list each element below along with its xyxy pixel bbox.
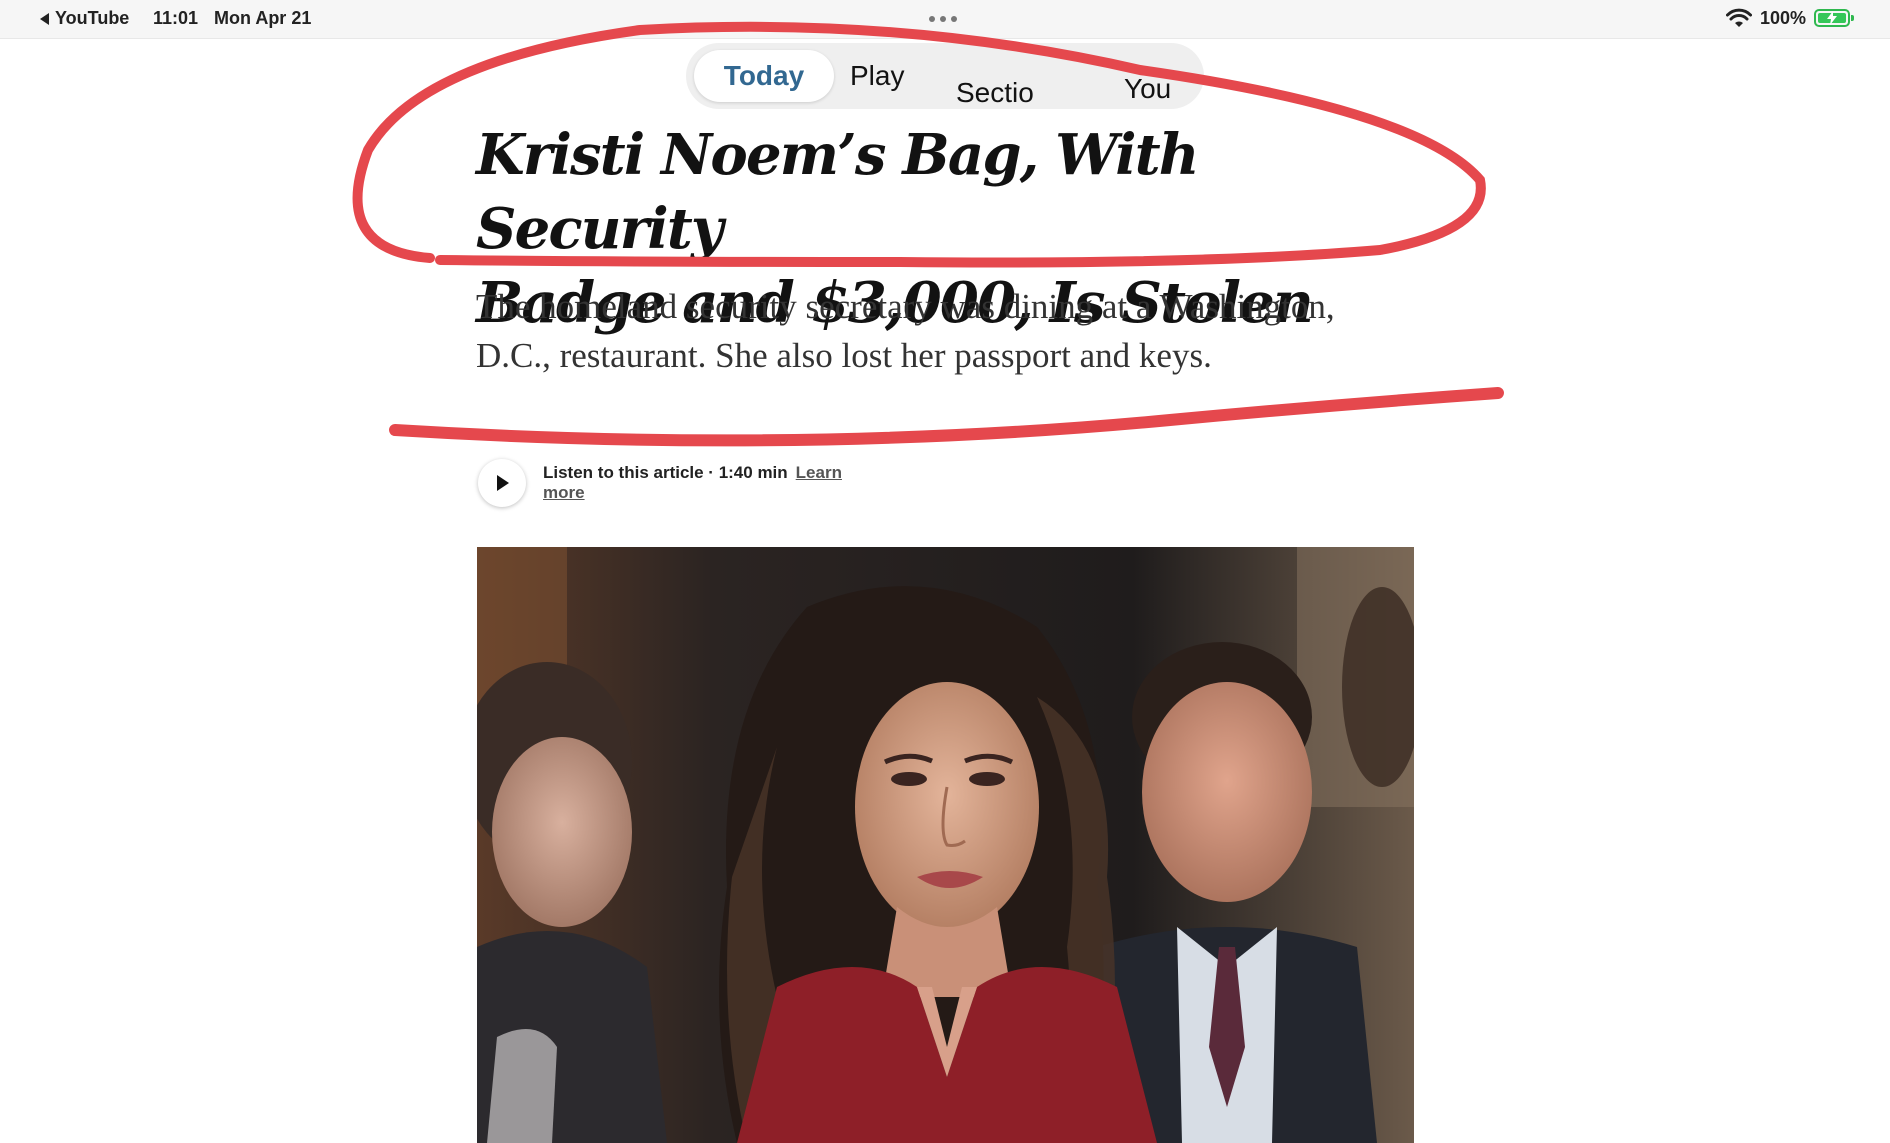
- play-audio-button[interactable]: [478, 459, 526, 507]
- article-hero-photo: [477, 547, 1414, 1143]
- listen-info: Listen to this article · 1:40 min Learn m…: [543, 463, 873, 503]
- status-date: Mon Apr 21: [214, 8, 312, 28]
- summary-line-2: D.C., restaurant. She also lost her pass…: [476, 336, 1212, 375]
- summary-line-1: The homeland security secretary was dini…: [476, 287, 1335, 326]
- tab-play[interactable]: Play: [850, 50, 904, 102]
- multitasking-dots-icon[interactable]: [929, 16, 957, 22]
- listen-label: Listen to this article · 1:40 min: [543, 463, 788, 482]
- battery-percent: 100%: [1759, 7, 1806, 28]
- charging-bolt-icon: [1827, 11, 1837, 25]
- status-time: 11:01: [153, 8, 199, 28]
- battery-icon: [1814, 9, 1854, 27]
- status-bar: YouTube 11:01 Mon Apr 21 100%: [0, 0, 1890, 39]
- tab-today[interactable]: Today: [694, 50, 834, 102]
- back-app-label: YouTube: [55, 8, 130, 28]
- tab-you[interactable]: You: [1124, 63, 1171, 109]
- back-to-app-button[interactable]: YouTube: [40, 8, 129, 29]
- summary-underline-annotation: [389, 387, 1504, 447]
- photo-illustration: [477, 547, 1414, 1143]
- headline-line-1: Kristi Noem’s Bag, With Security: [476, 122, 1199, 262]
- top-tab-bar: Today Play Sectio You: [686, 43, 1204, 109]
- audio-player: Listen to this article · 1:40 min Learn m…: [478, 459, 873, 507]
- status-right-cluster: 100%: [1725, 7, 1854, 29]
- tab-sections[interactable]: Sectio: [956, 67, 1034, 109]
- article-summary: The homeland security secretary was dini…: [476, 282, 1436, 380]
- play-icon: [497, 475, 509, 491]
- back-arrow-icon: [40, 12, 49, 25]
- wifi-icon: [1725, 8, 1752, 27]
